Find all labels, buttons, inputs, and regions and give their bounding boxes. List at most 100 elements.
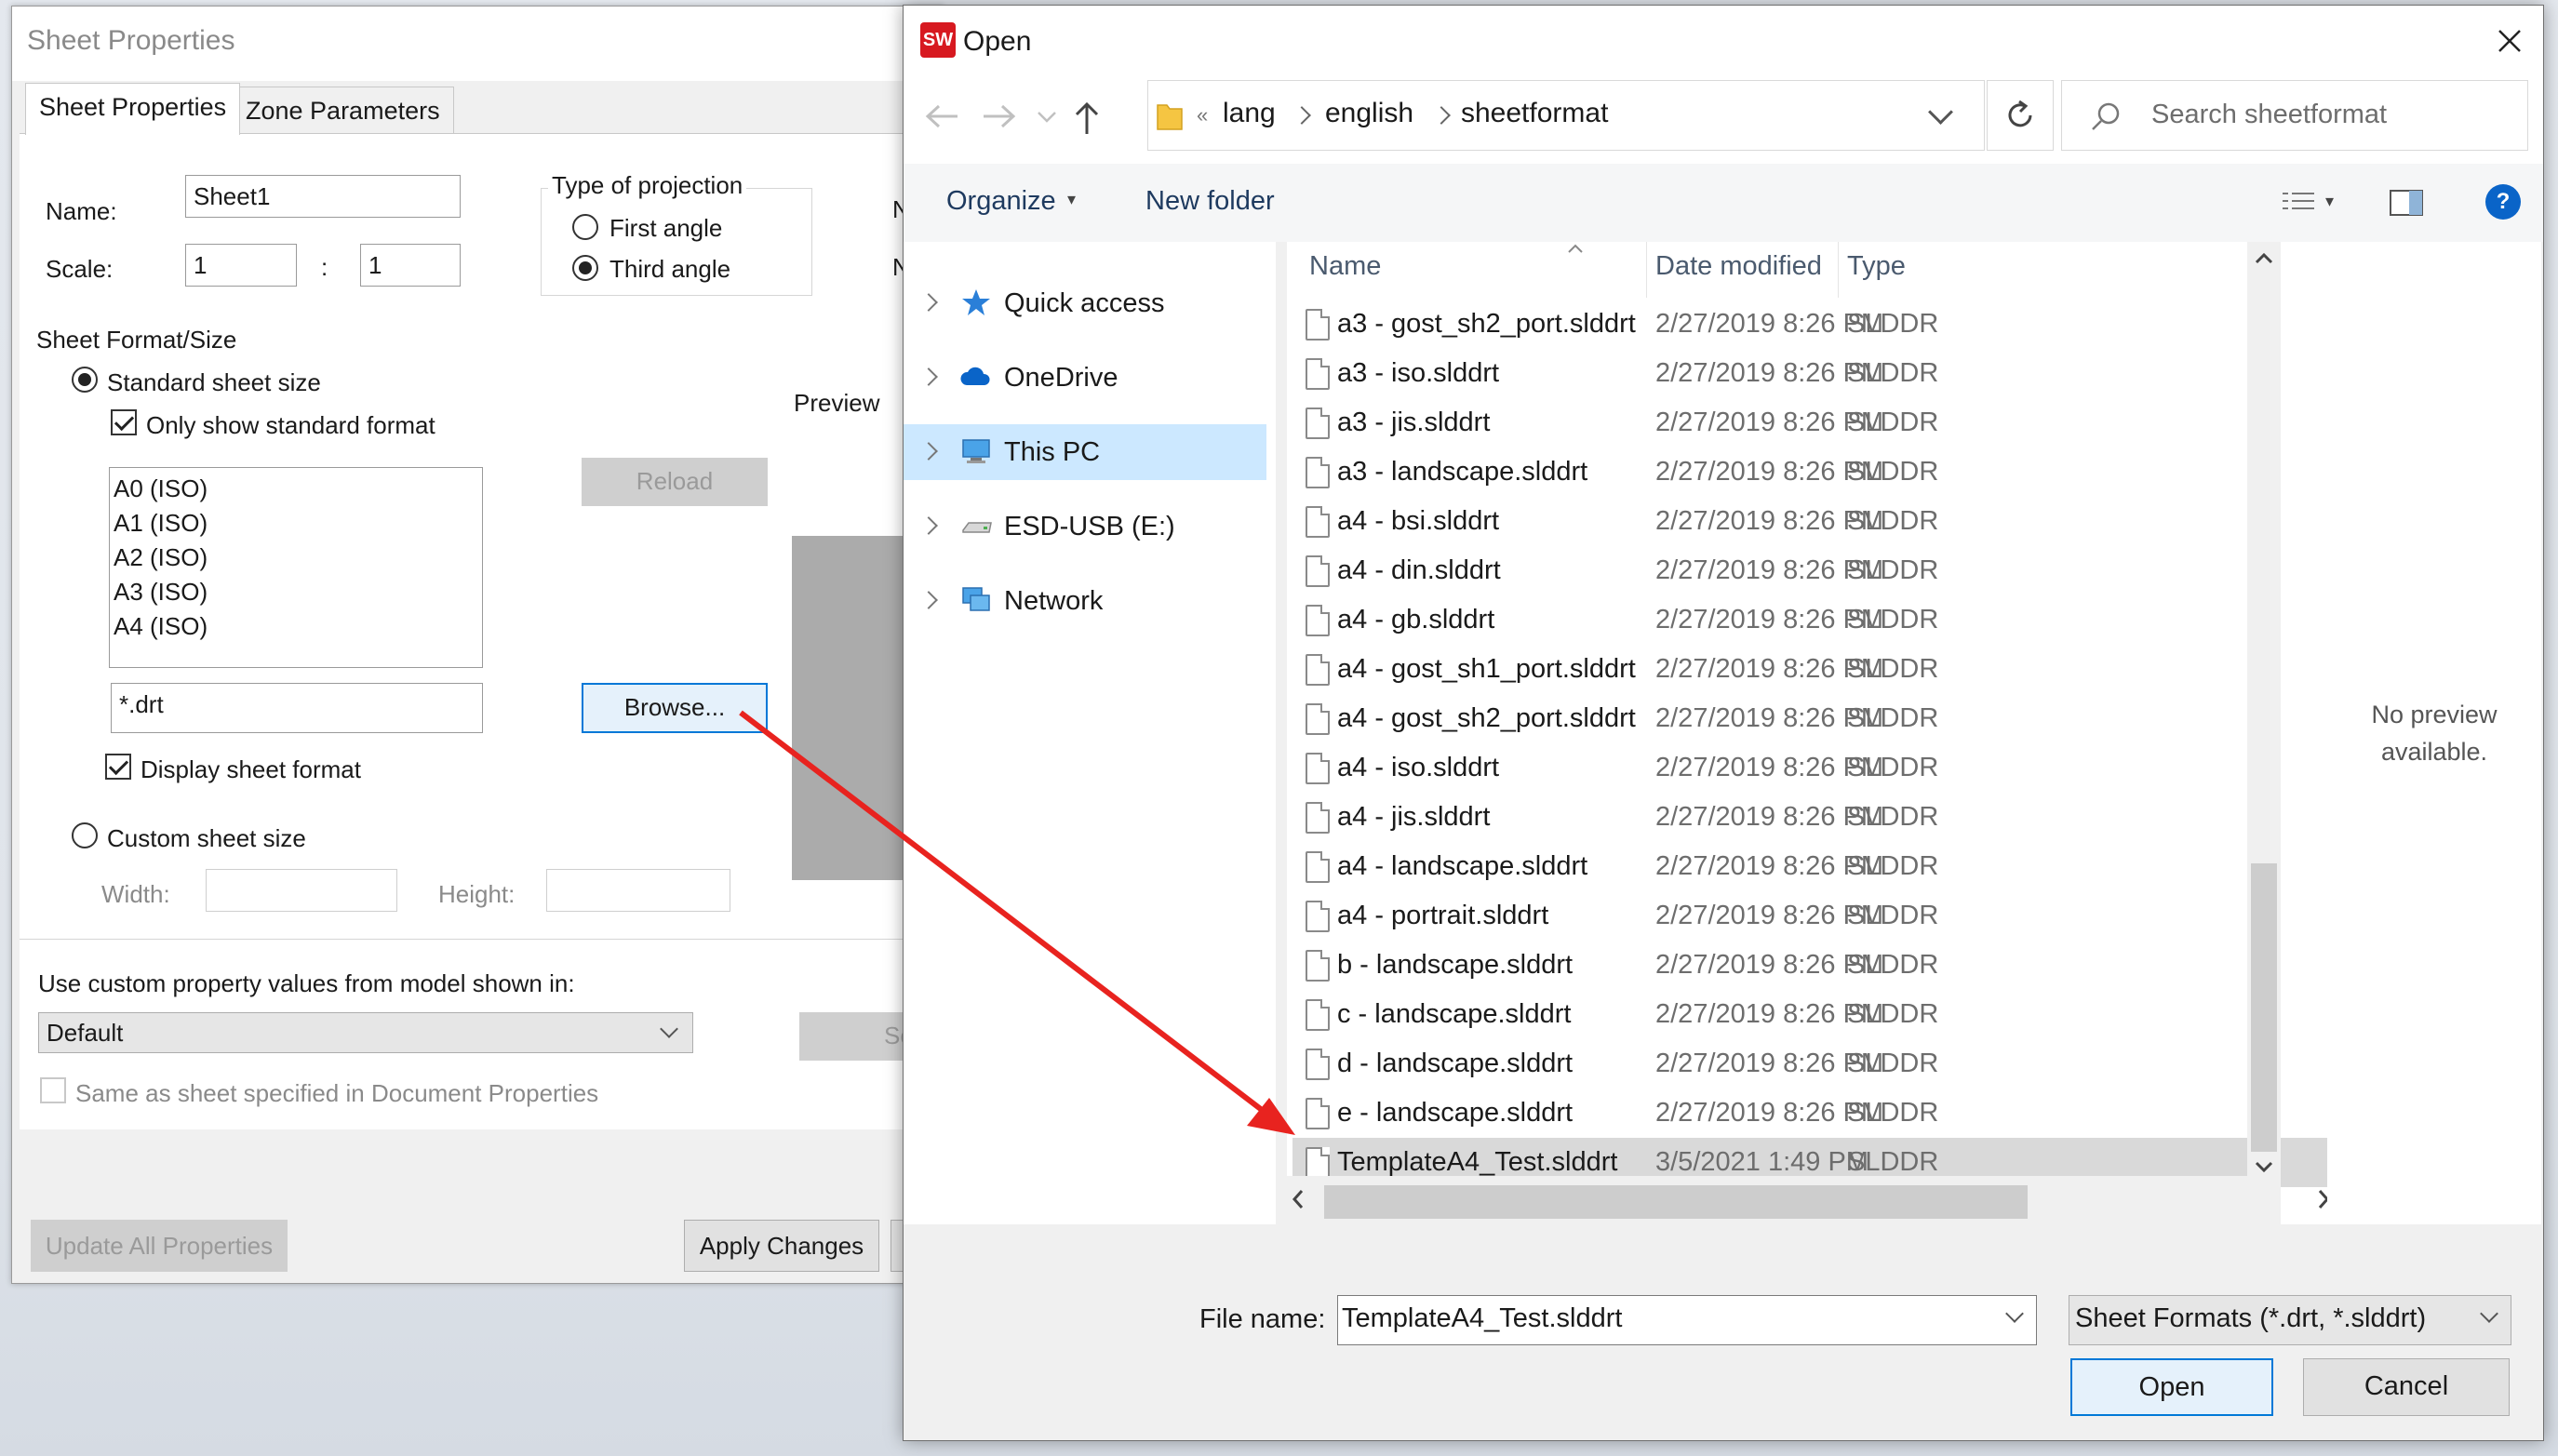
organize-button[interactable]: Organize xyxy=(946,186,1056,217)
nav-network[interactable]: Network xyxy=(904,573,1266,629)
list-item[interactable]: A2 (ISO) xyxy=(110,541,482,575)
table-row[interactable]: d - landscape.slddrt 2/27/2019 8:26 PM SLD… xyxy=(1292,1039,2329,1089)
apply-changes-button[interactable]: Apply Changes xyxy=(684,1220,879,1272)
chevron-down-icon[interactable] xyxy=(2005,1304,2024,1323)
table-row[interactable]: a3 - gost_sh2_port.slddrt 2/27/2019 8:26 … xyxy=(1292,300,2329,349)
tab-sheet-properties[interactable]: Sheet Properties xyxy=(25,83,241,135)
same-as-sheet-checkbox[interactable] xyxy=(40,1077,66,1103)
file-icon xyxy=(1306,358,1330,390)
file-name-input[interactable]: TemplateA4_Test.slddrt xyxy=(1337,1295,2037,1345)
list-item[interactable]: A4 (ISO) xyxy=(110,609,482,644)
only-standard-checkbox[interactable] xyxy=(111,409,137,435)
table-row[interactable]: a3 - landscape.slddrt 2/27/2019 8:26 PM SL… xyxy=(1292,447,2329,497)
file-type: SLDDR xyxy=(1847,506,1939,536)
scale-numerator-input[interactable]: 1 xyxy=(185,244,297,287)
expand-chevron-icon[interactable] xyxy=(919,442,938,461)
configuration-select[interactable]: Default xyxy=(38,1012,693,1053)
horizontal-scroll-thumb[interactable] xyxy=(1324,1185,2028,1219)
file-name: a3 - gost_sh2_port.slddrt xyxy=(1337,309,1636,339)
address-bar[interactable]: « lang english sheetformat xyxy=(1147,80,1985,151)
cancel-button[interactable]: Cancel xyxy=(2303,1358,2510,1416)
table-row[interactable]: a4 - gb.slddrt 2/27/2019 8:26 PM SLDDR xyxy=(1292,595,2329,645)
column-header-type[interactable]: Type xyxy=(1847,251,1906,282)
sheet-name-input[interactable]: Sheet1 xyxy=(185,175,461,218)
vertical-scroll-thumb[interactable] xyxy=(2251,863,2277,1152)
scroll-up-icon[interactable] xyxy=(2253,249,2275,268)
table-row[interactable]: a4 - portrait.slddrt 2/27/2019 8:26 PM SLD… xyxy=(1292,891,2329,941)
reload-button[interactable]: Reload xyxy=(582,458,768,506)
file-type: SLDDR xyxy=(1847,1147,1939,1177)
table-row[interactable]: a4 - landscape.slddrt 2/27/2019 8:26 PM SL… xyxy=(1292,842,2329,891)
custom-size-radio[interactable] xyxy=(72,822,98,848)
scroll-down-icon[interactable] xyxy=(2253,1157,2275,1176)
refresh-icon xyxy=(2008,100,2032,127)
nav-usb-drive[interactable]: ESD-USB (E:) xyxy=(904,499,1266,554)
view-details-icon[interactable] xyxy=(2281,188,2318,218)
third-angle-radio[interactable] xyxy=(572,255,598,281)
tab-zone-parameters[interactable]: Zone Parameters xyxy=(232,87,454,133)
search-box[interactable]: Search sheetformat xyxy=(2061,80,2528,151)
back-arrow-icon[interactable] xyxy=(924,102,961,130)
table-row[interactable]: a4 - iso.slddrt 2/27/2019 8:26 PM SLDDR xyxy=(1292,743,2329,793)
forward-arrow-icon[interactable] xyxy=(980,102,1017,130)
list-item[interactable]: A0 (ISO) xyxy=(110,472,482,506)
view-dropdown-icon[interactable]: ▾ xyxy=(2325,192,2334,211)
table-row[interactable]: a4 - gost_sh1_port.slddrt 2/27/2019 8:26 … xyxy=(1292,645,2329,694)
standard-size-radio[interactable] xyxy=(72,367,98,393)
table-row[interactable]: a3 - jis.slddrt 2/27/2019 8:26 PM SLDDR xyxy=(1292,398,2329,447)
recent-locations-chevron-icon[interactable] xyxy=(1036,108,1058,127)
file-type: SLDDR xyxy=(1847,1098,1939,1128)
new-folder-button[interactable]: New folder xyxy=(1145,186,1275,217)
file-name: TemplateA4_Test.slddrt xyxy=(1337,1147,1618,1177)
display-sheet-format-checkbox[interactable] xyxy=(105,754,131,780)
address-dropdown-icon[interactable] xyxy=(1928,100,1953,125)
table-row[interactable]: c - landscape.slddrt 2/27/2019 8:26 PM SLD… xyxy=(1292,990,2329,1039)
breadcrumb-english[interactable]: english xyxy=(1325,98,1413,129)
file-icon xyxy=(1306,950,1330,982)
close-icon[interactable] xyxy=(2497,28,2523,54)
open-button[interactable]: Open xyxy=(2070,1358,2273,1416)
table-row[interactable]: e - landscape.slddrt 2/27/2019 8:26 PM SLD… xyxy=(1292,1089,2329,1138)
width-input[interactable] xyxy=(206,869,397,912)
table-row[interactable]: b - landscape.slddrt 2/27/2019 8:26 PM SLD… xyxy=(1292,941,2329,990)
up-arrow-icon[interactable] xyxy=(1073,99,1101,136)
format-file-input[interactable]: *.drt xyxy=(111,683,483,733)
breadcrumb-sheetformat[interactable]: sheetformat xyxy=(1461,98,1608,129)
table-row[interactable]: a4 - bsi.slddrt 2/27/2019 8:26 PM SLDDR xyxy=(1292,497,2329,546)
column-header-date[interactable]: Date modified xyxy=(1655,251,1822,282)
height-input[interactable] xyxy=(546,869,730,912)
browse-button[interactable]: Browse... xyxy=(582,683,768,733)
sheet-size-list[interactable]: A0 (ISO) A1 (ISO) A2 (ISO) A3 (ISO) A4 (… xyxy=(109,467,483,668)
nav-onedrive[interactable]: OneDrive xyxy=(904,350,1266,406)
first-angle-radio[interactable] xyxy=(572,214,598,240)
table-row[interactable]: a4 - gost_sh2_port.slddrt 2/27/2019 8:26 … xyxy=(1292,694,2329,743)
expand-chevron-icon[interactable] xyxy=(919,516,938,535)
column-divider[interactable] xyxy=(1646,242,1647,298)
list-item[interactable]: A1 (ISO) xyxy=(110,506,482,541)
preview-pane-icon[interactable] xyxy=(2389,188,2426,218)
projection-label: Type of projection xyxy=(548,171,747,200)
breadcrumb-lang[interactable]: lang xyxy=(1223,98,1276,129)
list-item[interactable]: A3 (ISO) xyxy=(110,575,482,609)
organize-dropdown-icon: ▾ xyxy=(1067,190,1077,208)
scroll-left-icon[interactable] xyxy=(1289,1187,1307,1211)
column-header-name[interactable]: Name xyxy=(1309,251,1381,282)
expand-chevron-icon[interactable] xyxy=(919,293,938,312)
column-divider[interactable] xyxy=(1838,242,1839,298)
scale-denominator-input[interactable]: 1 xyxy=(360,244,461,287)
refresh-button[interactable] xyxy=(1987,80,2054,151)
file-icon xyxy=(1306,1147,1330,1179)
table-row[interactable]: a4 - jis.slddrt 2/27/2019 8:26 PM SLDDR xyxy=(1292,793,2329,842)
file-type: SLDDR xyxy=(1847,358,1939,388)
table-row[interactable]: a4 - din.slddrt 2/27/2019 8:26 PM SLDDR xyxy=(1292,546,2329,595)
chevron-down-icon xyxy=(660,1020,678,1038)
table-row[interactable]: a3 - iso.slddrt 2/27/2019 8:26 PM SLDDR xyxy=(1292,349,2329,398)
expand-chevron-icon[interactable] xyxy=(919,367,938,386)
address-overflow[interactable]: « xyxy=(1197,103,1208,127)
help-button[interactable]: ? xyxy=(2485,184,2521,220)
update-all-properties-button[interactable]: Update All Properties xyxy=(31,1220,288,1272)
nav-quick-access[interactable]: Quick access xyxy=(904,275,1266,331)
file-type-select[interactable]: Sheet Formats (*.drt, *.slddrt) xyxy=(2069,1295,2511,1345)
expand-chevron-icon[interactable] xyxy=(919,591,938,609)
nav-this-pc[interactable]: This PC xyxy=(904,424,1266,480)
